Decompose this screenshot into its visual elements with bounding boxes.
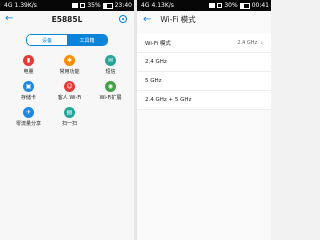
tool-label: 客人 Wi-Fi xyxy=(57,95,82,101)
battery-percent: 35% xyxy=(87,2,101,9)
tool-label: 电量 xyxy=(23,69,34,75)
sim-icon xyxy=(217,3,223,8)
sd-card-icon: ▣ xyxy=(23,81,34,92)
tab-device[interactable]: 设备 xyxy=(27,35,67,45)
option-label: 5 GHz xyxy=(145,78,162,84)
wifi-mode-current[interactable]: Wi-Fi 模式 2.4 GHz › xyxy=(137,34,271,53)
tab-bar: 设备 工具箱 xyxy=(26,34,108,46)
net-speed: 4.13K/s xyxy=(151,2,174,9)
back-arrow-icon[interactable]: ← xyxy=(143,14,151,25)
tool-scan[interactable]: ▤ 扫一扫 xyxy=(53,107,86,127)
back-arrow-icon[interactable]: ← xyxy=(5,14,13,24)
tool-zero-data-share[interactable]: ✈ 零流量分享 xyxy=(12,107,45,127)
guest-user-icon: ☺ xyxy=(64,81,75,92)
wifi-mode-list: Wi-Fi 模式 2.4 GHz › 2.4 GHz 5 GHz 2.4 GHz… xyxy=(137,34,271,110)
option-label: 2.4 GHz xyxy=(145,59,167,65)
tool-label: 扫一扫 xyxy=(61,121,77,127)
gear-icon[interactable] xyxy=(119,15,127,23)
signal-icon xyxy=(209,3,216,8)
network-indicator: 4G xyxy=(4,2,13,9)
wifi-option-5ghz[interactable]: 5 GHz xyxy=(137,72,271,91)
gear-icon: ✱ xyxy=(64,55,75,66)
page-title: Wi-Fi 模式 xyxy=(160,15,196,24)
battery-icon xyxy=(102,2,113,9)
tool-label: 短信 xyxy=(105,69,116,75)
right-screen: 4G 4.13K/s 30% 00:41 ← Wi-Fi 模式 Wi-Fi 模式… xyxy=(137,0,271,240)
status-bar: 4G 1.39K/s 35% 23:40 xyxy=(0,0,134,11)
wifi-option-dual-band[interactable]: 2.4 GHz + 5 GHz xyxy=(137,91,271,110)
battery-icon: ▮ xyxy=(23,55,34,66)
sim-icon xyxy=(80,3,86,8)
tool-sd-card[interactable]: ▣ 存储卡 xyxy=(12,81,45,101)
tab-toolbox[interactable]: 工具箱 xyxy=(67,35,107,45)
app-header: ← E5885L xyxy=(0,11,134,28)
tool-label: 零流量分享 xyxy=(15,121,41,127)
wifi-option-2-4ghz[interactable]: 2.4 GHz xyxy=(137,53,271,72)
net-speed: 1.39K/s xyxy=(14,2,37,9)
message-icon: ✉ xyxy=(105,55,116,66)
battery-icon xyxy=(239,2,250,9)
tool-battery[interactable]: ▮ 电量 xyxy=(12,55,45,75)
network-indicator: 4G xyxy=(141,2,150,9)
page-title: E5885L xyxy=(51,15,83,24)
share-icon: ✈ xyxy=(23,107,34,118)
option-label: 2.4 GHz + 5 GHz xyxy=(145,97,192,103)
clock: 00:41 xyxy=(251,2,269,9)
tool-sms[interactable]: ✉ 短信 xyxy=(94,55,127,75)
row-value: 2.4 GHz xyxy=(237,40,258,46)
tool-label: Wi-Fi扩展 xyxy=(99,95,122,101)
wifi-extend-icon: ◉ xyxy=(105,81,116,92)
row-label: Wi-Fi 模式 xyxy=(145,41,171,47)
signal-icon xyxy=(72,3,79,8)
tool-label: 常用功能 xyxy=(59,69,80,75)
tool-label: 存储卡 xyxy=(20,95,36,101)
chevron-right-icon: › xyxy=(260,39,263,47)
battery-percent: 30% xyxy=(224,2,238,9)
tool-wifi-extend[interactable]: ◉ Wi-Fi扩展 xyxy=(94,81,127,101)
app-header: ← Wi-Fi 模式 xyxy=(137,11,271,28)
tool-common-functions[interactable]: ✱ 常用功能 xyxy=(53,55,86,75)
status-bar: 4G 4.13K/s 30% 00:41 xyxy=(137,0,271,11)
tools-grid: ▮ 电量 ✱ 常用功能 ✉ 短信 ▣ 存储卡 ☺ 客人 Wi-Fi ◉ Wi-F… xyxy=(12,55,134,127)
left-screen: 4G 1.39K/s 35% 23:40 ← E5885L 设备 工具箱 ▮ 电… xyxy=(0,0,134,240)
tool-guest-wifi[interactable]: ☺ 客人 Wi-Fi xyxy=(53,81,86,101)
clock: 23:40 xyxy=(114,2,132,9)
scan-icon: ▤ xyxy=(64,107,75,118)
